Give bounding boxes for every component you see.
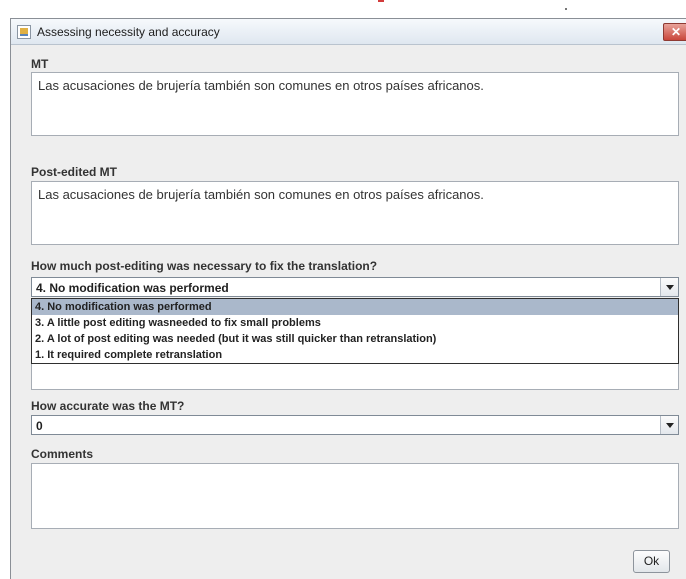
dropdown-option[interactable]: 4. No modification was performed <box>32 299 678 315</box>
necessity-question: How much post-editing was necessary to f… <box>31 259 378 273</box>
necessity-select[interactable]: 4. No modification was performed <box>31 277 679 297</box>
comments-label: Comments <box>31 447 94 461</box>
dialog-window: Assessing necessity and accuracy ✕ MT La… <box>10 18 686 579</box>
accuracy-selected-value: 0 <box>36 419 43 433</box>
accuracy-question: How accurate was the MT? <box>31 399 185 413</box>
dropdown-option[interactable]: 3. A little post editing wasneeded to fi… <box>32 315 678 331</box>
chevron-down-icon[interactable] <box>660 416 678 434</box>
mt-textarea[interactable]: Las acusaciones de brujería también son … <box>31 72 679 136</box>
close-button[interactable]: ✕ <box>663 23 686 41</box>
comments-textarea[interactable] <box>31 463 679 529</box>
post-edited-textarea[interactable]: Las acusaciones de brujería también son … <box>31 181 679 245</box>
dropdown-option[interactable]: 1. It required complete retranslation <box>32 347 678 363</box>
necessity-dropdown-list[interactable]: 4. No modification was performed 3. A li… <box>31 298 679 364</box>
title-bar[interactable]: Assessing necessity and accuracy ✕ <box>11 19 686 45</box>
ok-button[interactable]: Ok <box>633 550 670 573</box>
necessity-selected-value: 4. No modification was performed <box>36 281 229 295</box>
accuracy-select[interactable]: 0 <box>31 415 679 435</box>
chevron-down-icon[interactable] <box>660 278 678 296</box>
background-mark <box>378 0 384 2</box>
window-title: Assessing necessity and accuracy <box>37 25 220 39</box>
close-icon: ✕ <box>670 25 682 39</box>
java-app-icon <box>17 25 31 39</box>
post-edited-label: Post-edited MT <box>31 165 117 179</box>
background-strip <box>0 0 686 10</box>
mt-label: MT <box>31 57 49 71</box>
dropdown-option[interactable]: 2. A lot of post editing was needed (but… <box>32 331 678 347</box>
background-dot <box>565 8 567 10</box>
